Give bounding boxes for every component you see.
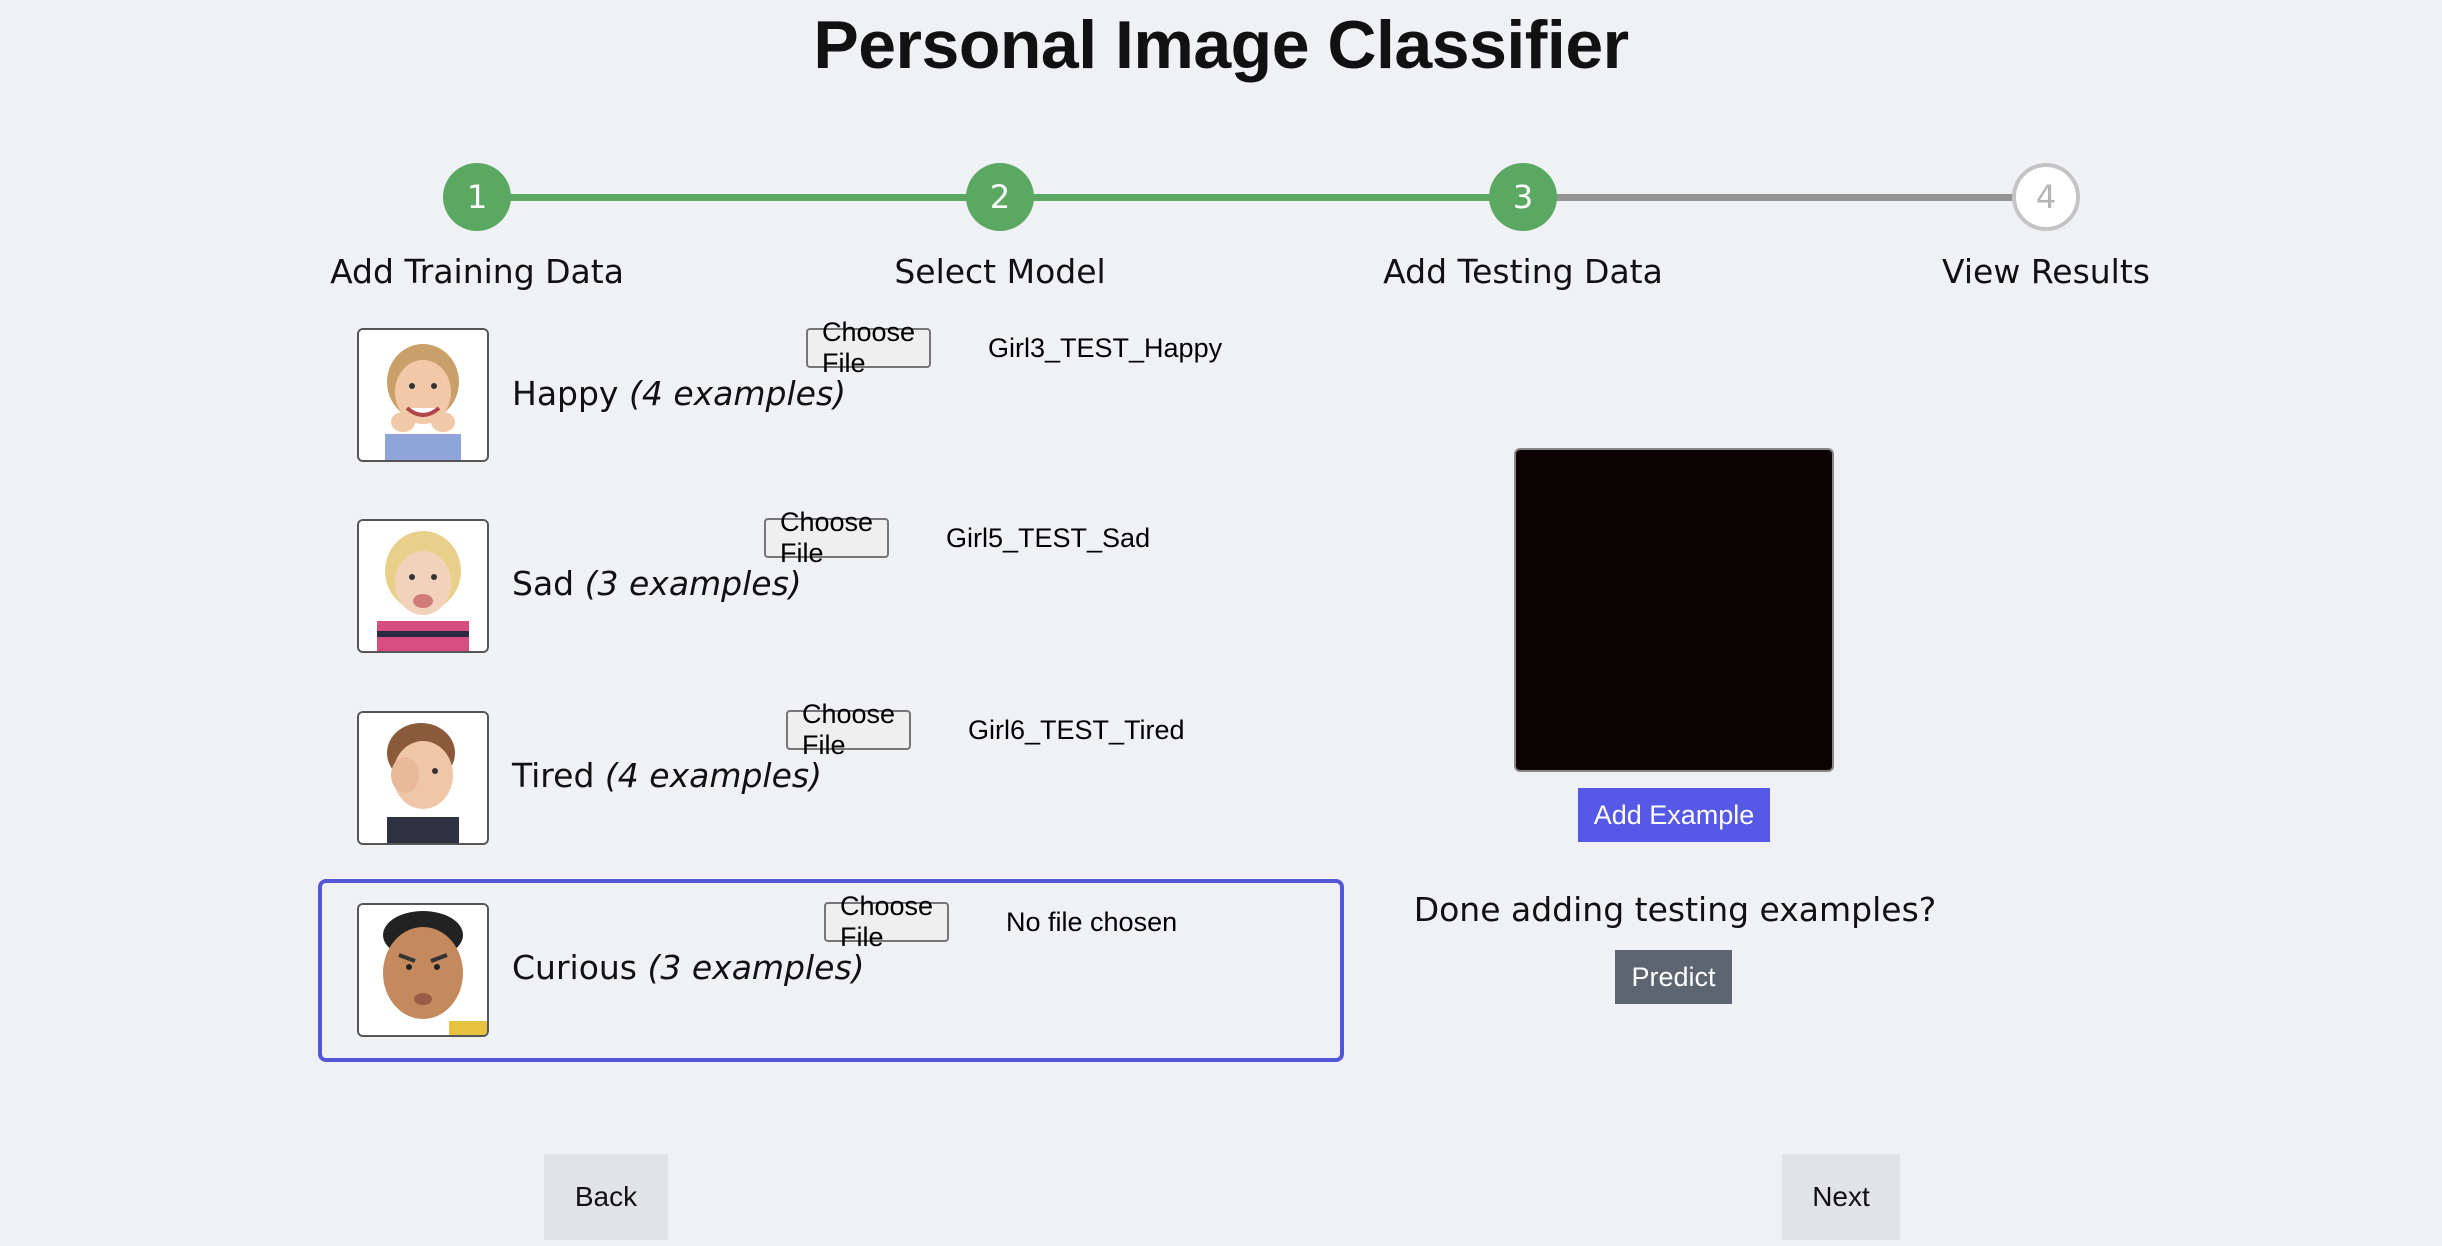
step-4-circle[interactable]: 4 xyxy=(2012,163,2080,231)
step-1-label: Add Training Data xyxy=(330,252,624,291)
file-name: Girl3_TEST_Happy xyxy=(988,333,1223,363)
category-count: (3 examples) xyxy=(584,564,802,603)
category-count: (4 examples) xyxy=(604,756,822,795)
category-count: (3 examples) xyxy=(647,948,865,987)
step-3-circle[interactable]: 3 xyxy=(1489,163,1557,231)
category-name: Tired xyxy=(512,756,595,795)
file-name: Girl5_TEST_Sad xyxy=(946,523,1151,553)
category-label: Sad (3 examples) xyxy=(512,564,802,603)
choose-file-button[interactable]: Choose File xyxy=(786,699,912,760)
add-example-button[interactable]: Add Example xyxy=(1578,788,1770,842)
category-name: Sad xyxy=(512,564,575,603)
category-count: (4 examples) xyxy=(628,374,847,413)
category-thumbnail xyxy=(357,328,489,462)
step-connector xyxy=(476,194,999,201)
next-button[interactable]: Next xyxy=(1782,1154,1900,1240)
step-3-label: Add Testing Data xyxy=(1383,252,1663,291)
category-name: Happy xyxy=(512,374,619,413)
progress-stepper: 1 2 3 4 Add Training Data Select Model A… xyxy=(0,158,2442,298)
step-connector xyxy=(1522,194,2045,201)
webcam-preview xyxy=(1514,448,1834,772)
category-label: Happy (4 examples) xyxy=(512,374,846,413)
category-label: Tired (4 examples) xyxy=(512,756,822,795)
category-thumbnail xyxy=(357,903,489,1037)
step-2-label: Select Model xyxy=(894,252,1106,291)
back-button[interactable]: Back xyxy=(544,1154,668,1240)
step-connector xyxy=(999,194,1522,201)
file-name: Girl6_TEST_Tired xyxy=(968,715,1185,745)
done-prompt: Done adding testing examples? xyxy=(1413,890,1937,929)
choose-file-button[interactable]: Choose File xyxy=(764,507,890,568)
category-label: Curious (3 examples) xyxy=(512,948,865,987)
step-4-label: View Results xyxy=(1942,252,2150,291)
category-name: Curious xyxy=(512,948,637,987)
category-thumbnail xyxy=(357,519,489,653)
category-thumbnail xyxy=(357,711,489,845)
page-title: Personal Image Classifier xyxy=(813,7,1629,83)
choose-file-button[interactable]: Choose File xyxy=(806,317,932,378)
predict-button[interactable]: Predict xyxy=(1615,950,1732,1004)
file-name: No file chosen xyxy=(1006,907,1178,937)
step-2-circle[interactable]: 2 xyxy=(966,163,1034,231)
choose-file-button[interactable]: Choose File xyxy=(824,891,950,952)
step-1-circle[interactable]: 1 xyxy=(443,163,511,231)
